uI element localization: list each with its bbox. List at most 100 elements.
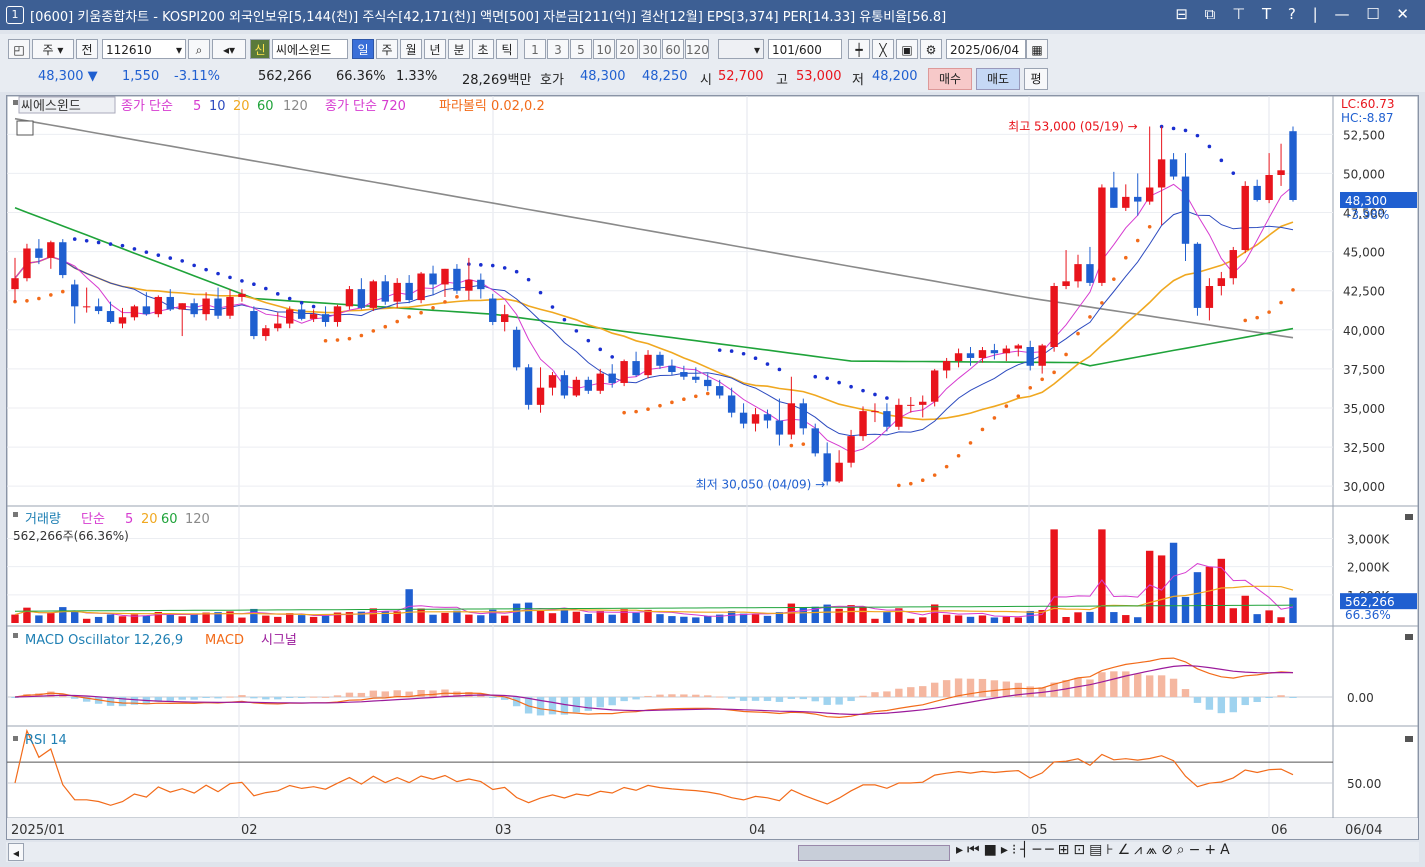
panel-close-icon-1[interactable] <box>1405 634 1413 640</box>
volume-bar-98 <box>1181 596 1190 623</box>
candle-body-55 <box>668 365 676 373</box>
period-button-4[interactable]: 분 <box>448 39 470 59</box>
period-button-1[interactable]: 주 <box>376 39 398 59</box>
sar-dot-43 <box>526 277 531 282</box>
macd-osc-bar-76 <box>919 686 927 697</box>
save-icon[interactable]: ▣ <box>896 39 918 59</box>
speaker-icon[interactable]: ◂▾ <box>212 39 246 59</box>
interval-button-2[interactable]: 5 <box>570 39 592 59</box>
market-select[interactable]: 전 <box>76 39 98 59</box>
period-type-select[interactable]: 주 ▾ <box>32 39 74 59</box>
sar-dot-75 <box>908 481 913 486</box>
scroll-left-icon[interactable]: ◂ <box>8 843 24 861</box>
price-legend-7: 종가 단순 720 <box>325 99 406 114</box>
sar-dot-56 <box>682 397 686 402</box>
search-icon[interactable]: ⌕ <box>188 39 210 59</box>
candle-body-90 <box>1086 264 1094 283</box>
stock-chart[interactable]: 52,50050,00047,50045,00042,50040,00037,5… <box>6 95 1419 839</box>
volume-bar-6 <box>82 618 91 623</box>
sar-dot-12 <box>156 253 161 257</box>
sar-dot-48 <box>586 338 591 343</box>
price-legend-6: 120 <box>283 99 308 114</box>
interval-button-0[interactable]: 1 <box>524 39 546 59</box>
panel-close-icon-0[interactable] <box>1405 514 1413 520</box>
ask-price: 48,300 <box>580 69 626 84</box>
rsi-legend-marker <box>13 736 18 741</box>
sar-dot-8 <box>108 242 113 246</box>
interval-button-6[interactable]: 60 <box>662 39 684 59</box>
code-input[interactable]: 112610 ▾ <box>102 39 186 59</box>
candle-body-69 <box>835 462 843 482</box>
new-stock-button[interactable]: 신 <box>250 39 270 59</box>
macd-osc-bar-17 <box>214 697 222 699</box>
volume-bar-97 <box>1169 542 1178 623</box>
interval-button-5[interactable]: 30 <box>639 39 661 59</box>
macd-osc-bar-106 <box>1277 695 1285 697</box>
candle-body-2 <box>35 248 43 258</box>
period-button-2[interactable]: 월 <box>400 39 422 59</box>
panel-close-icon-2[interactable] <box>1405 736 1413 742</box>
sar-dot-62 <box>753 356 758 361</box>
interval-button-4[interactable]: 20 <box>616 39 638 59</box>
playback-controls[interactable]: ▸⏮■▸⁝┤──⊞⊡▤⊦∠⩘⩕⊘⌕−+A <box>956 842 1234 858</box>
line-tool-icon[interactable]: ╳ <box>872 39 894 59</box>
eval-button[interactable]: 평 <box>1024 68 1048 90</box>
candle-body-8 <box>106 311 115 322</box>
sar-dot-36 <box>443 300 447 304</box>
calendar-icon[interactable]: ▦ <box>1026 39 1048 59</box>
sar-dot-63 <box>765 362 770 366</box>
macd-osc-bar-40 <box>489 697 497 698</box>
vol-tick-0: 3,000K <box>1347 533 1390 547</box>
sar-dot-61 <box>741 351 746 356</box>
interval-custom-input[interactable]: ▾ <box>718 39 764 59</box>
gear-icon[interactable]: ⚙ <box>920 39 942 59</box>
period-button-0[interactable]: 일 <box>352 39 374 59</box>
sar-dot-90 <box>1088 315 1092 319</box>
sar-dot-70 <box>849 384 853 389</box>
sar-dot-7 <box>96 240 101 245</box>
sar-dot-28 <box>347 336 352 341</box>
period-button-5[interactable]: 초 <box>472 39 494 59</box>
interval-button-1[interactable]: 3 <box>547 39 569 59</box>
count-input[interactable]: 101/600 <box>768 39 842 59</box>
candle-body-65 <box>787 403 796 435</box>
bid-price: 48,250 <box>642 69 688 84</box>
sar-dot-2 <box>37 296 41 301</box>
buy-button[interactable]: 매수 <box>928 68 972 90</box>
candle-type-icon[interactable]: ┿ <box>848 39 870 59</box>
sar-dot-84 <box>1016 394 1021 398</box>
volume-bar-79 <box>954 615 963 623</box>
scroll-thumb[interactable] <box>798 845 950 861</box>
window-controls[interactable]: ⊟ ⧉ ⊤ T ? | — ☐ ✕ <box>1175 5 1415 23</box>
interval-button-7[interactable]: 120 <box>685 39 709 59</box>
date-input[interactable]: 2025/06/04 <box>946 39 1026 59</box>
sar-dot-92 <box>1112 277 1116 281</box>
sar-dot-40 <box>490 263 495 268</box>
sar-dot-95 <box>1147 225 1152 229</box>
sar-dot-80 <box>968 441 973 445</box>
macd-osc-bar-62 <box>751 697 760 701</box>
price-legend-8: 파라볼릭 0.02,0.2 <box>439 99 545 114</box>
interval-button-3[interactable]: 10 <box>593 39 615 59</box>
chart-menu-icon[interactable]: ◰ <box>8 39 30 59</box>
volume-bar-89 <box>1074 612 1082 623</box>
volume-bar-13 <box>166 613 174 623</box>
chart-area[interactable]: 52,500 50,000 47,500 45,000 42,500 40,000 37,5… <box>6 95 1419 840</box>
month-label-0: 2025/01 <box>11 823 65 838</box>
candle-body-79 <box>954 353 963 362</box>
candle-body-47 <box>572 379 581 396</box>
sar-dot-78 <box>944 464 949 469</box>
sar-dot-19 <box>240 279 244 283</box>
volume-bar-35 <box>429 614 437 623</box>
macd-osc-bar-78 <box>942 680 951 697</box>
vol-tag-pct: 66.36% <box>1345 608 1391 622</box>
sell-button[interactable]: 매도 <box>976 68 1020 90</box>
volume-bar-52 <box>632 612 640 623</box>
period-button-6[interactable]: 틱 <box>496 39 518 59</box>
sar-dot-45 <box>550 305 555 309</box>
candle-body-27 <box>333 306 342 322</box>
stock-name-field[interactable]: 씨에스윈드 <box>272 39 348 59</box>
candle-body-52 <box>632 361 640 376</box>
period-button-3[interactable]: 년 <box>424 39 446 59</box>
macd-osc-bar-53 <box>644 695 652 697</box>
